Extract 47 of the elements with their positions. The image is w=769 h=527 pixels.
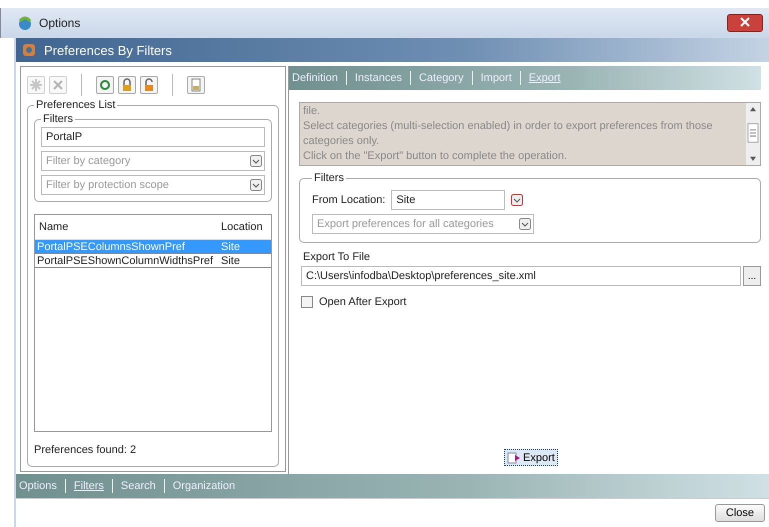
tab[interactable]: Options [19,480,57,492]
tab[interactable]: Category [418,72,464,84]
document-icon[interactable] [187,76,205,94]
group-title: Preferences List [35,99,116,111]
location-label: From Location: [312,194,386,206]
group-title: Filters [313,172,345,184]
tab[interactable]: Export [528,72,561,84]
description-text: Select categories (multi-selection enabled) in order to export preferences from those categories only. [303,119,714,149]
header-title: Preferences By Filters [44,42,172,58]
table-row[interactable]: PortalPSEColumnsShownPref Site [35,240,271,254]
categories-dropdown[interactable]: Export preferences for all categories [312,214,534,234]
tab[interactable]: Definition [292,72,338,84]
description-text: file. [303,104,322,119]
location-field[interactable]: Site [391,190,506,210]
tab[interactable]: Import [480,72,512,84]
chevron-icon[interactable] [519,218,531,230]
scrollbar[interactable] [746,103,760,165]
file-path-field[interactable]: C:\Users\infodba\Desktop\preferences_site.xml [301,266,741,286]
scope-dropdown[interactable]: Filter by protection scope [41,175,265,195]
dropdown-icon[interactable] [511,194,524,206]
close-button[interactable] [727,14,763,32]
tab[interactable]: Filters [74,480,104,492]
export-icon [507,452,521,464]
export-button[interactable]: Export [504,449,558,466]
results-count: Preferences found: 2 [34,443,138,458]
group-title: Filters [42,113,74,125]
lock-icon[interactable] [118,76,136,94]
tab[interactable]: Instances [354,72,402,84]
close-icon [740,16,750,26]
checkbox[interactable] [301,296,313,308]
browse-button[interactable]: ... [743,266,761,286]
checkbox-label: Open After Export [319,296,406,308]
tab[interactable]: Search [120,480,156,492]
table-row[interactable]: PortalPSEShownColumnWidthsPref Site [35,254,271,268]
column-header: Name [38,221,70,233]
search-field[interactable]: PortalP [41,127,265,147]
chevron-icon[interactable] [250,155,262,167]
chevron-icon[interactable] [250,179,262,191]
close-button[interactable]: Close [714,504,765,522]
category-dropdown[interactable]: Filter by category [41,151,265,171]
unlock-icon[interactable] [140,76,158,94]
app-icon [17,15,33,31]
column-header: Location [220,221,264,233]
export-file-label: Export To File [303,251,372,263]
description-text: Click on the "Export" button to complete the operation. [303,149,568,164]
window-title: Options [39,16,80,30]
tab[interactable]: Organization [172,480,236,492]
